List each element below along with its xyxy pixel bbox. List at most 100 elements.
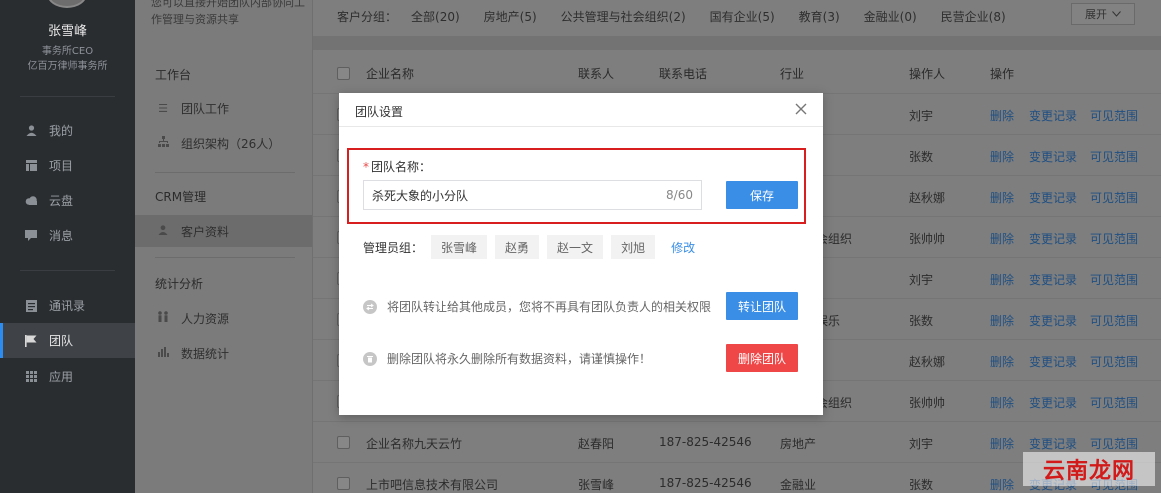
avatar[interactable] — [47, 0, 87, 8]
watermark: 云南龙网 — [1023, 452, 1155, 486]
trash-icon — [363, 351, 377, 366]
menu-item-hr[interactable]: 人力资源 — [135, 302, 312, 334]
nav-label: 我的 — [49, 124, 74, 138]
col-actions: 操作 — [990, 66, 1015, 81]
nav-label: 应用 — [49, 370, 74, 384]
operator-cell: 张帅帅 — [909, 396, 946, 410]
char-counter: 8/60 — [666, 188, 693, 202]
visibility-link[interactable]: 可见范围 — [1090, 271, 1138, 288]
col-company: 企业名称 — [366, 66, 415, 81]
delete-link[interactable]: 删除 — [990, 435, 1014, 452]
menu-item-data-stats[interactable]: 数据统计 — [135, 337, 312, 369]
main-nav: 张雪峰 事务所CEO 亿百万律师事务所 我的 项目 云盘 消息 通讯录 团队 应… — [0, 0, 135, 493]
contact-cell: 赵春阳 — [578, 437, 615, 451]
apps-icon — [24, 371, 38, 383]
transfer-note-text: 将团队转让给其他成员，您将不再具有团队负责人的相关权限 — [387, 300, 712, 314]
visibility-link[interactable]: 可见范围 — [1090, 312, 1138, 329]
section-divider — [155, 257, 295, 258]
change-log-link[interactable]: 变更记录 — [1029, 107, 1077, 124]
operator-cell: 张数 — [909, 478, 934, 492]
close-icon[interactable] — [793, 101, 809, 117]
nav-item-team[interactable]: 团队 — [0, 323, 135, 358]
section-title-workbench: 工作台 — [155, 68, 192, 82]
nav-item-mine[interactable]: 我的 — [0, 113, 135, 148]
change-log-link[interactable]: 变更记录 — [1029, 271, 1077, 288]
phone-cell: 187-825-42546 — [659, 435, 752, 449]
row-checkbox[interactable] — [337, 436, 350, 449]
menu-item-label: 数据统计 — [181, 346, 230, 361]
change-log-link[interactable]: 变更记录 — [1029, 148, 1077, 165]
edit-admins-link[interactable]: 修改 — [671, 239, 695, 256]
team-name-input[interactable]: 杀死大象的小分队 8/60 — [363, 180, 702, 210]
people-icon — [157, 311, 169, 325]
required-mark: * — [363, 160, 369, 174]
filter-option-public-admin[interactable]: 公共管理与社会组织(2) — [561, 8, 686, 25]
phone-cell: 187-825-42546 — [659, 476, 752, 490]
change-log-link[interactable]: 变更记录 — [1029, 189, 1077, 206]
flag-icon — [24, 334, 38, 347]
chevron-down-icon — [1112, 11, 1121, 17]
delete-link[interactable]: 删除 — [990, 189, 1014, 206]
save-button[interactable]: 保存 — [726, 181, 798, 209]
filter-option-real-estate[interactable]: 房地产(5) — [484, 8, 537, 25]
operator-cell: 刘宇 — [909, 273, 934, 287]
operator-cell: 张数 — [909, 150, 934, 164]
change-log-link[interactable]: 变更记录 — [1029, 435, 1077, 452]
visibility-link[interactable]: 可见范围 — [1090, 353, 1138, 370]
filter-option-finance[interactable]: 金融业(0) — [864, 8, 917, 25]
visibility-link[interactable]: 可见范围 — [1090, 230, 1138, 247]
delete-link[interactable]: 删除 — [990, 312, 1014, 329]
dialog-title: 团队设置 — [355, 105, 404, 119]
menu-item-label: 客户资料 — [181, 224, 230, 239]
delete-team-button[interactable]: 删除团队 — [726, 344, 798, 372]
nav-label: 团队 — [49, 334, 74, 348]
delete-link[interactable]: 删除 — [990, 476, 1014, 493]
nav-item-cloud[interactable]: 云盘 — [0, 183, 135, 218]
nav-item-contacts[interactable]: 通讯录 — [0, 288, 135, 323]
cloud-icon — [24, 195, 38, 207]
message-icon — [24, 230, 38, 242]
change-log-link[interactable]: 变更记录 — [1029, 394, 1077, 411]
nav-label: 云盘 — [49, 194, 74, 208]
change-log-link[interactable]: 变更记录 — [1029, 230, 1077, 247]
select-all-checkbox[interactable] — [337, 66, 350, 80]
visibility-link[interactable]: 可见范围 — [1090, 435, 1138, 452]
transfer-team-button[interactable]: 转让团队 — [726, 292, 798, 320]
nav-item-message[interactable]: 消息 — [0, 218, 135, 253]
delete-link[interactable]: 删除 — [990, 353, 1014, 370]
nav-label: 项目 — [49, 159, 74, 173]
visibility-link[interactable]: 可见范围 — [1090, 107, 1138, 124]
project-icon — [24, 160, 38, 172]
section-title-crm: CRM管理 — [155, 190, 207, 204]
delete-link[interactable]: 删除 — [990, 271, 1014, 288]
delete-link[interactable]: 删除 — [990, 107, 1014, 124]
visibility-link[interactable]: 可见范围 — [1090, 148, 1138, 165]
visibility-link[interactable]: 可见范围 — [1090, 189, 1138, 206]
menu-item-customer-data[interactable]: 客户资料 — [135, 215, 312, 247]
admin-tag: 赵勇 — [495, 235, 540, 259]
transfer-icon — [363, 299, 377, 314]
row-checkbox[interactable] — [337, 477, 350, 490]
user-role: 事务所CEO — [41, 46, 94, 57]
change-log-link[interactable]: 变更记录 — [1029, 353, 1077, 370]
filter-option-private[interactable]: 民营企业(8) — [941, 8, 1006, 25]
delete-link[interactable]: 删除 — [990, 230, 1014, 247]
filter-option-all[interactable]: 全部(20) — [411, 8, 460, 25]
nav-label: 通讯录 — [49, 299, 86, 313]
menu-item-org-structure[interactable]: 组织架构（26人） — [135, 127, 312, 159]
filter-option-education[interactable]: 教育(3) — [799, 8, 840, 25]
change-log-link[interactable]: 变更记录 — [1029, 312, 1077, 329]
delete-link[interactable]: 删除 — [990, 148, 1014, 165]
delete-link[interactable]: 删除 — [990, 394, 1014, 411]
operator-cell: 张帅帅 — [909, 232, 946, 246]
user-name: 张雪峰 — [47, 24, 87, 39]
org-chart-icon — [157, 136, 169, 150]
expand-button[interactable]: 展开 — [1071, 3, 1135, 25]
nav-item-project[interactable]: 项目 — [0, 148, 135, 183]
menu-item-label: 团队工作 — [181, 101, 230, 116]
menu-item-team-work[interactable]: ☰ 团队工作 — [135, 92, 312, 124]
visibility-link[interactable]: 可见范围 — [1090, 394, 1138, 411]
nav-divider — [20, 270, 115, 271]
filter-option-state-owned[interactable]: 国有企业(5) — [710, 8, 775, 25]
nav-item-apps[interactable]: 应用 — [0, 359, 135, 394]
